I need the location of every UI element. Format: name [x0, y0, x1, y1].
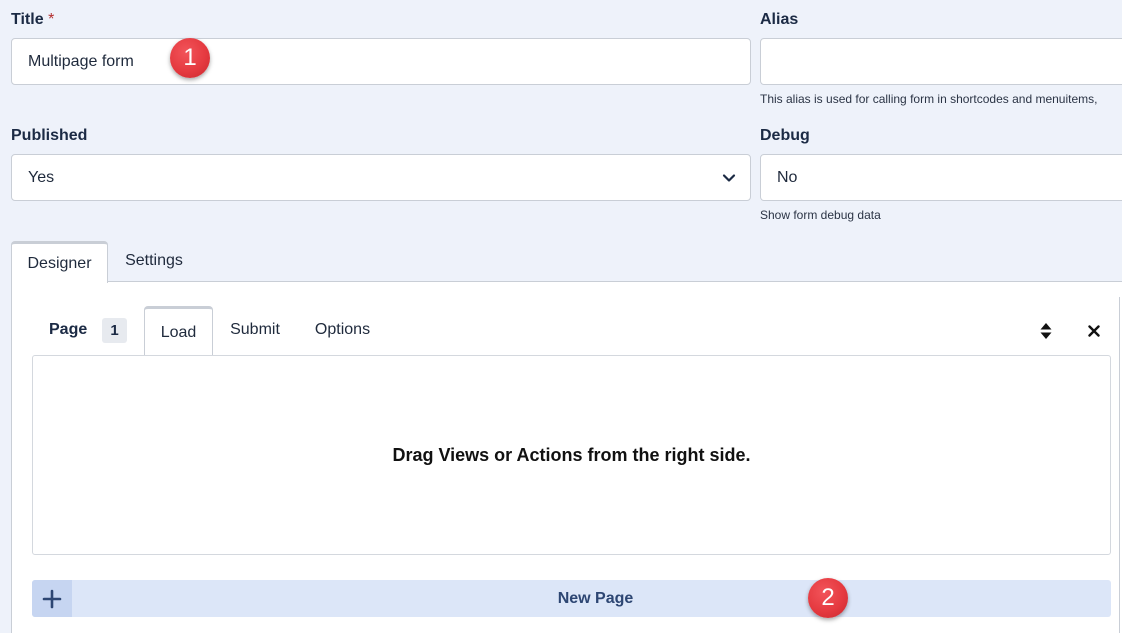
plus-icon: [42, 589, 62, 608]
new-page-button[interactable]: New Page: [32, 580, 1111, 617]
sort-icon[interactable]: [1036, 321, 1056, 341]
debug-hint: Show form debug data: [760, 208, 881, 222]
tab-options-label: Options: [314, 321, 371, 338]
annotation-marker-1: 1: [170, 38, 210, 78]
title-input[interactable]: Multipage form: [11, 38, 751, 85]
debug-label: Debug: [760, 127, 810, 144]
sort-arrows-icon: [1040, 323, 1052, 339]
tab-designer-label: Designer: [27, 254, 92, 272]
close-icon[interactable]: [1084, 321, 1104, 341]
drop-zone[interactable]: Drag Views or Actions from the right sid…: [32, 355, 1111, 555]
alias-hint: This alias is used for calling form in s…: [760, 92, 1098, 106]
required-mark: *: [48, 11, 55, 28]
debug-select[interactable]: No: [760, 154, 1122, 201]
published-select[interactable]: Yes: [11, 154, 751, 201]
tab-options[interactable]: Options: [303, 310, 382, 350]
tab-settings-label: Settings: [125, 252, 183, 269]
page-number-badge: 1: [102, 318, 127, 343]
tab-submit-label: Submit: [230, 321, 280, 338]
add-page-button[interactable]: [32, 580, 72, 617]
tab-load-label: Load: [160, 323, 197, 341]
alias-label: Alias: [760, 11, 799, 28]
close-x-icon: [1088, 325, 1100, 337]
tab-submit[interactable]: Submit: [218, 310, 292, 350]
tab-designer[interactable]: Designer: [11, 241, 108, 283]
title-label-text: Title: [11, 11, 44, 28]
drop-zone-text: Drag Views or Actions from the right sid…: [392, 444, 751, 465]
published-label: Published: [11, 127, 88, 144]
annotation-marker-2: 2: [808, 578, 848, 618]
new-page-label: New Page: [557, 589, 634, 607]
title-input-value: Multipage form: [28, 52, 134, 70]
title-label: Title *: [11, 11, 54, 29]
tab-settings[interactable]: Settings: [110, 241, 198, 281]
page-label: Page: [49, 321, 88, 338]
alias-input[interactable]: [760, 38, 1122, 85]
tab-load[interactable]: Load: [144, 306, 213, 356]
chevron-down-icon: [722, 174, 736, 182]
published-selected-value: Yes: [28, 168, 55, 186]
debug-selected-value: No: [777, 168, 798, 186]
